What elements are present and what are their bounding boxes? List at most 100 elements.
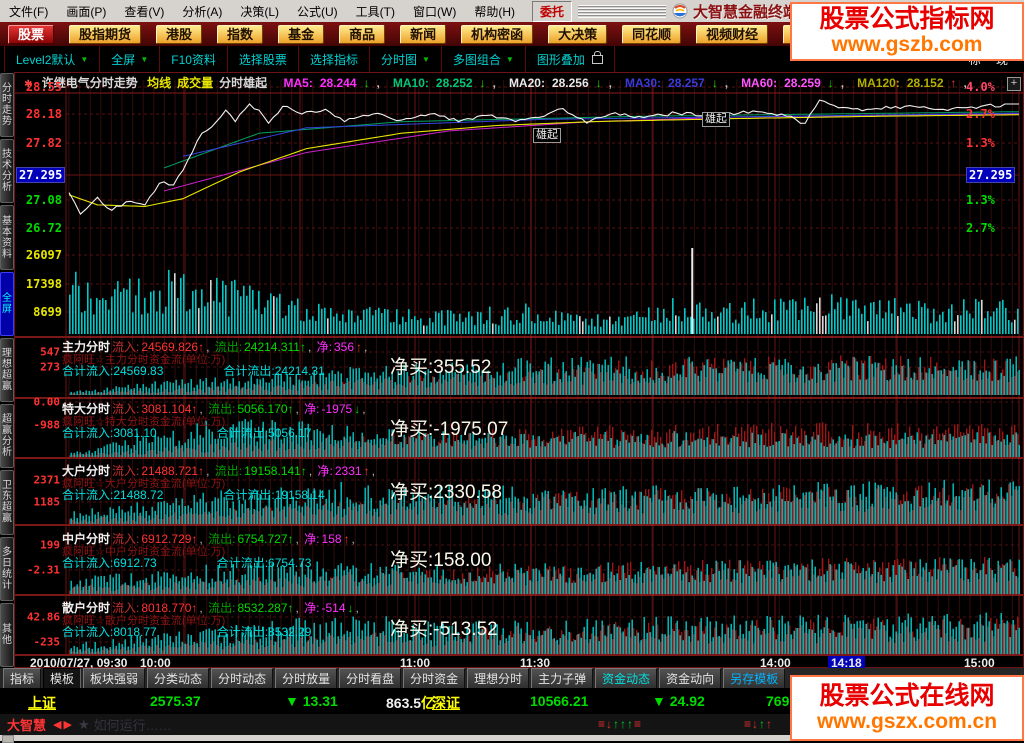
sidebar-item-超赢分析[interactable]: 超赢分析 [0, 404, 14, 469]
panel-scale-label: -2.31 [26, 563, 60, 577]
brand-label: 大智慧 [7, 718, 47, 733]
chevron-down-icon[interactable]: ▼ [506, 55, 514, 64]
ma-comma: , [724, 76, 729, 90]
nav-button-指数[interactable]: 指数 [217, 24, 264, 44]
net-arrow-icon: ↓ [347, 601, 354, 615]
sidebar-item-全屏[interactable]: 全屏 [0, 271, 14, 336]
menu-画面(P)[interactable]: 画面(P) [57, 0, 115, 23]
view-tool-F10资料[interactable]: F10资料 [160, 46, 228, 72]
prev-close-label: 27.295 [966, 167, 1016, 183]
app-title: 大智慧金融终端 [693, 3, 799, 21]
tab-资金动态[interactable]: 资金动态 [595, 667, 658, 689]
tab-板块强弱[interactable]: 板块强弱 [83, 667, 146, 689]
chevron-down-icon[interactable]: ▼ [140, 55, 148, 64]
total-inflow: 合计流入:24569.83 [62, 364, 164, 378]
total-inflow: 合计流入:8018.77 [62, 625, 157, 639]
menu-公式(U)[interactable]: 公式(U) [288, 0, 347, 23]
ad-banner-bottom[interactable]: 股票公式在线网 www.gszx.com.cn [790, 675, 1024, 741]
scroll-left-icon[interactable]: ◀ [53, 718, 61, 731]
chevron-down-icon[interactable]: ▼ [80, 55, 88, 64]
ma-label: MA5: [283, 76, 313, 90]
comma: , [351, 532, 355, 546]
net-value: -1975 [321, 402, 353, 416]
tab-主力子弹[interactable]: 主力子弹 [531, 667, 594, 689]
tab-分时看盘[interactable]: 分时看盘 [339, 667, 402, 689]
tab-指标[interactable]: 指标 [3, 667, 42, 689]
menu-帮助(H)[interactable]: 帮助(H) [465, 0, 524, 23]
tab-分时资金[interactable]: 分时资金 [403, 667, 466, 689]
comma: , [355, 601, 359, 615]
chevron-down-icon[interactable]: ▼ [422, 55, 430, 64]
view-tool-图形叠加[interactable]: 图形叠加 [526, 46, 615, 72]
nav-button-大决策[interactable]: 大决策 [548, 24, 608, 44]
menu-分析(A)[interactable]: 分析(A) [173, 0, 231, 23]
sidebar-item-label: 理想超赢 [2, 347, 12, 392]
taskbar-button[interactable] [2, 735, 14, 743]
nav-button-基金[interactable]: 基金 [278, 24, 325, 44]
tab-资金动向[interactable]: 资金动向 [659, 667, 722, 689]
tab-模板[interactable]: 模板 [43, 667, 82, 689]
menu-决策(L)[interactable]: 决策(L) [231, 0, 288, 23]
view-tool-选择股票[interactable]: 选择股票 [228, 46, 299, 72]
menu-文件(F)[interactable]: 文件(F) [0, 0, 57, 23]
nav-button-港股[interactable]: 港股 [156, 24, 203, 44]
tab-分时放量[interactable]: 分时放量 [275, 667, 338, 689]
nav-button-同花顺[interactable]: 同花顺 [622, 24, 682, 44]
sidebar-item-技术分析[interactable]: 技术分析 [0, 139, 14, 204]
nav-button-股指期货[interactable]: 股指期货 [69, 24, 142, 44]
signal-arrows-1: ≡↓↑↑↑≡ [598, 717, 643, 731]
net-buy-value: 净买:2330.58 [390, 482, 502, 503]
sidebar-item-label: 其他 [2, 623, 12, 646]
nav-button-商品[interactable]: 商品 [339, 24, 386, 44]
nav-button-机构密函[interactable]: 机构密函 [461, 24, 534, 44]
net-label: 净: [317, 464, 333, 478]
ma-label: MA30: [625, 76, 662, 90]
view-tool-选择指标[interactable]: 选择指标 [299, 46, 370, 72]
price-label-28.18: 28.18 [25, 107, 62, 121]
net-arrow-icon: ↓ [354, 402, 361, 416]
ma-label: MA120: [857, 76, 900, 90]
menu-窗口(W)[interactable]: 窗口(W) [404, 0, 465, 23]
price-label-2.7%: 2.7% [966, 221, 995, 235]
sidebar-item-基本资料[interactable]: 基本资料 [0, 205, 14, 270]
comma: , [308, 464, 316, 478]
sidebar-item-多日统计[interactable]: 多日统计 [0, 536, 14, 601]
price-label-17398: 17398 [25, 277, 62, 291]
outflow-value: 8532.287↑ [237, 601, 294, 615]
scroll-right-icon[interactable]: ▶ [63, 718, 71, 731]
outflow-value: 6754.727↑ [237, 532, 294, 546]
broker-button[interactable]: 委托 [532, 0, 573, 22]
sidebar-item-理想超赢[interactable]: 理想超赢 [0, 337, 14, 403]
expand-icon[interactable]: + [1007, 77, 1021, 91]
menu-查看(V)[interactable]: 查看(V) [115, 0, 173, 23]
lock-icon[interactable] [591, 50, 603, 64]
view-tool-分时图[interactable]: 分时图 ▼ [370, 46, 442, 72]
ma-arrow-icon: ↑ [950, 76, 957, 90]
tab-另存模板[interactable]: 另存模板 [723, 667, 786, 689]
sidebar-item-卫东超赢[interactable]: 卫东超赢 [0, 470, 14, 535]
ad-bottom-url: www.gszx.com.cn [816, 709, 998, 733]
view-tool-多图组合[interactable]: 多图组合 ▼ [442, 46, 526, 72]
tab-分类动态[interactable]: 分类动态 [147, 667, 210, 689]
price-label-27.82: 27.82 [25, 136, 62, 150]
price-label-27.295: 27.295 [966, 167, 1018, 183]
nav-button-股票[interactable]: 股票 [8, 24, 55, 44]
net-buy-value: 净买:158.00 [390, 550, 492, 571]
ma-comma: , [608, 76, 612, 90]
star-icon: ★ [77, 716, 90, 732]
nav-button-新闻[interactable]: 新闻 [400, 24, 447, 44]
ad-banner-top[interactable]: 股票公式指标网 www.gszb.com [790, 2, 1024, 61]
indicator-均线: 均线 [147, 76, 172, 90]
sidebar-item-其他[interactable]: 其他 [0, 602, 14, 667]
outflow-value: 5056.170↑ [237, 402, 294, 416]
tab-分时动态[interactable]: 分时动态 [211, 667, 274, 689]
menu-工具(T)[interactable]: 工具(T) [347, 0, 404, 23]
view-tool-全屏[interactable]: 全屏 ▼ [100, 46, 161, 72]
view-tool-Level2默认[interactable]: Level2默认 ▼ [4, 46, 101, 72]
outflow-value: 24214.311↑ [244, 340, 306, 354]
time-axis: 2010/07/27, 09:30 10:00 11:00 11:30 14:00 14:… [14, 656, 1024, 668]
sidebar-item-分时走势[interactable]: 分时走势 [0, 73, 14, 138]
nav-button-视频财经[interactable]: 视频财经 [696, 24, 769, 44]
tab-理想分时[interactable]: 理想分时 [467, 667, 530, 689]
price-label-26097: 26097 [25, 248, 62, 262]
